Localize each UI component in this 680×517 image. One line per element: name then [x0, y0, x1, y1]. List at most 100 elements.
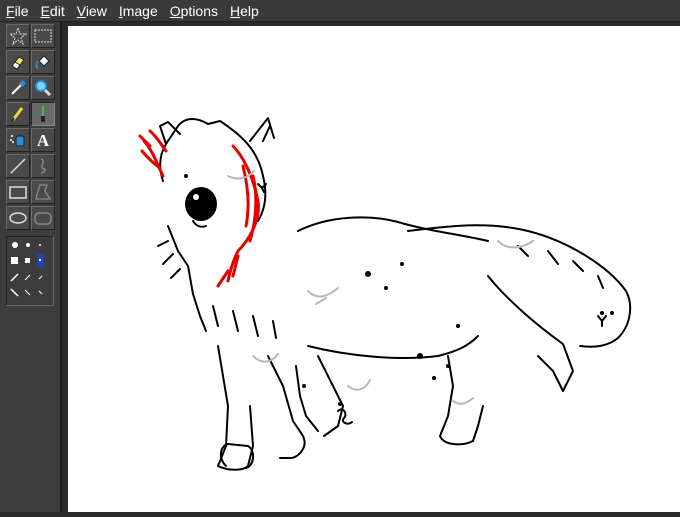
- rounded-rectangle-icon: [34, 212, 52, 225]
- spot: [417, 353, 423, 359]
- chest-fluff: [167, 225, 207, 332]
- inner-leg: [295, 365, 319, 432]
- brush-shape-large-slash: [10, 273, 19, 282]
- brush-shape-medium-backslash: [24, 289, 31, 296]
- star-select-icon: [8, 26, 28, 46]
- toolbox: A: [0, 22, 62, 512]
- airbrush-tool[interactable]: [6, 128, 30, 152]
- rect-select-icon: [34, 29, 52, 43]
- pencil-icon: [11, 107, 24, 122]
- gray-shading-belly: [252, 353, 371, 391]
- spot: [400, 262, 404, 266]
- paint-bucket-icon: [35, 55, 50, 69]
- color-picker-tool[interactable]: [6, 76, 30, 100]
- ellipse-icon: [9, 212, 27, 224]
- brush-shape-small-backslash: [38, 290, 43, 295]
- brush-icon: [41, 106, 45, 122]
- svg-text:A: A: [37, 131, 50, 150]
- front-leg-right: [267, 355, 306, 459]
- brush-shape-medium-round: [26, 243, 30, 247]
- menu-file-rest: ile: [14, 2, 29, 19]
- canvas-area: [64, 22, 680, 512]
- brush-shape-medium-slash: [24, 274, 31, 281]
- menu-help-rest: elp: [240, 2, 259, 19]
- eraser-tool[interactable]: [6, 50, 30, 74]
- brush-shape-large-round: [12, 242, 18, 248]
- menu-help[interactable]: Help: [224, 3, 265, 19]
- brush-shape-large-square: [11, 257, 18, 264]
- brush-shapes-grid: [10, 242, 44, 297]
- menu-image-rest: mage: [122, 2, 158, 19]
- free-select-tool[interactable]: [6, 24, 30, 48]
- brush-shape-small-slash: [38, 275, 43, 280]
- spot: [365, 271, 371, 277]
- spot: [456, 324, 460, 328]
- gray-shading-chest: [307, 287, 339, 305]
- polygon-tool[interactable]: [31, 180, 55, 204]
- spot: [446, 364, 450, 368]
- spot: [600, 311, 604, 315]
- pencil-tool[interactable]: [6, 102, 30, 126]
- left-ear: [159, 121, 181, 145]
- menu-view[interactable]: View: [71, 3, 113, 19]
- back-line: [297, 216, 489, 242]
- belly-line: [307, 335, 479, 359]
- gray-shading-leg: [452, 397, 474, 405]
- eyedropper-icon: [11, 79, 27, 95]
- red-fur-strands: [216, 164, 258, 288]
- curve-icon: [40, 158, 47, 174]
- menu-options[interactable]: Options: [164, 3, 224, 19]
- fur-tufts-tail: [517, 245, 604, 289]
- front-leg-left: [217, 345, 254, 471]
- menu-file[interactable]: File: [0, 3, 35, 19]
- mouth: [192, 220, 207, 228]
- brush-shape-medium-square: [25, 258, 30, 263]
- right-ear: [249, 117, 275, 142]
- curve-tool[interactable]: [31, 154, 55, 178]
- tail-bottom: [487, 275, 574, 392]
- eraser-icon: [11, 56, 25, 70]
- spot: [302, 384, 306, 388]
- line-icon: [10, 158, 26, 174]
- magnifier-tool[interactable]: [31, 76, 55, 100]
- magnifier-icon: [35, 80, 52, 97]
- rect-select-tool[interactable]: [31, 24, 55, 48]
- wolf-drawing: [138, 117, 632, 471]
- spot: [384, 286, 388, 290]
- brush-shape-small-square: [39, 259, 41, 261]
- rounded-rect-tool[interactable]: [31, 206, 55, 230]
- tail-top: [407, 224, 632, 348]
- brush-shape-small-round: [39, 244, 41, 246]
- spot: [610, 311, 614, 315]
- right-ear-inner: [262, 125, 271, 142]
- brush-tool[interactable]: [31, 102, 55, 126]
- menu-options-rest: ptions: [180, 2, 218, 19]
- rectangle-icon: [9, 186, 27, 199]
- fur-tufts-chest: [212, 305, 277, 339]
- fill-tool[interactable]: [31, 50, 55, 74]
- menu-edit[interactable]: Edit: [35, 3, 71, 19]
- ellipse-tool[interactable]: [6, 206, 30, 230]
- brush-shape-options: [6, 236, 54, 306]
- line-tool[interactable]: [6, 154, 30, 178]
- drawing-canvas[interactable]: [68, 26, 680, 512]
- brush-shape-large-backslash: [10, 288, 19, 297]
- back-leg-left: [317, 355, 344, 437]
- spot: [338, 402, 342, 406]
- menu-view-rest: iew: [85, 2, 107, 19]
- eye: [185, 187, 217, 221]
- spot: [432, 376, 436, 380]
- spot: [184, 174, 188, 178]
- menu-edit-rest: dit: [49, 2, 65, 19]
- airbrush-icon: [10, 135, 25, 147]
- back-leg-right: [439, 355, 484, 446]
- polygon-icon: [35, 184, 52, 200]
- menu-image[interactable]: Image: [113, 3, 164, 19]
- text-tool[interactable]: A: [31, 128, 55, 152]
- rectangle-tool[interactable]: [6, 180, 30, 204]
- menu-bar: File Edit View Image Options Help: [0, 0, 680, 22]
- gray-shading-tail: [497, 240, 534, 249]
- eye-highlight: [193, 194, 199, 200]
- tail-face: [597, 315, 607, 327]
- text-icon: A: [37, 131, 50, 150]
